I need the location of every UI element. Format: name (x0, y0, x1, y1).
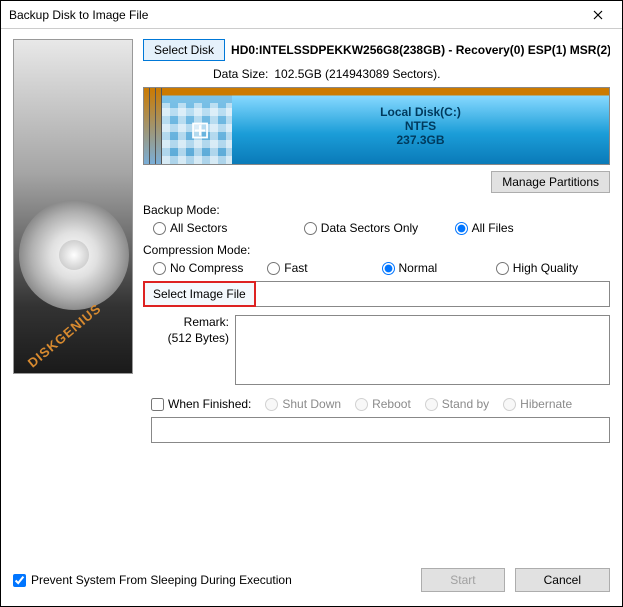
disk-info-text: HD0:INTELSSDPEKKW256G8(238GB) - Recovery… (231, 43, 610, 57)
remark-textarea[interactable] (235, 315, 610, 385)
backup-mode-data-only[interactable]: Data Sectors Only (304, 221, 455, 235)
partition-fs: NTFS (405, 119, 436, 133)
partition-name: Local Disk(C:) (380, 105, 461, 119)
backup-mode-label: Backup Mode: (143, 203, 610, 217)
compression-high[interactable]: High Quality (496, 261, 610, 275)
remark-label: Remark: (143, 315, 229, 331)
manage-partitions-button[interactable]: Manage Partitions (491, 171, 610, 193)
window-title: Backup Disk to Image File (9, 8, 578, 22)
when-finished-shutdown: Shut Down (265, 397, 341, 411)
when-finished-hibernate: Hibernate (503, 397, 572, 411)
close-button[interactable] (578, 1, 618, 28)
partition-bar: ⊞ Local Disk(C:) NTFS 237.3GB (143, 87, 610, 165)
output-file-input[interactable] (151, 417, 610, 443)
remark-bytes-label: (512 Bytes) (143, 331, 229, 347)
backup-mode-all-sectors[interactable]: All Sectors (153, 221, 304, 235)
when-finished-checkbox[interactable]: When Finished: (151, 397, 251, 411)
compression-none[interactable]: No Compress (153, 261, 267, 275)
disk-illustration: DISKGENIUS (13, 39, 133, 374)
prevent-sleep-checkbox[interactable]: Prevent System From Sleeping During Exec… (13, 573, 421, 587)
compression-mode-label: Compression Mode: (143, 243, 610, 257)
windows-icon: ⊞ (190, 116, 210, 145)
data-size-label: Data Size: (213, 67, 268, 81)
close-icon (593, 10, 603, 20)
cancel-button[interactable]: Cancel (515, 568, 610, 592)
data-size-value: 102.5GB (214943089 Sectors). (274, 67, 440, 81)
compression-normal[interactable]: Normal (382, 261, 496, 275)
compression-fast[interactable]: Fast (267, 261, 381, 275)
title-bar: Backup Disk to Image File (1, 1, 622, 29)
image-file-path-input[interactable] (256, 281, 610, 307)
select-image-file-button[interactable]: Select Image File (143, 281, 256, 307)
start-button: Start (421, 568, 504, 592)
when-finished-standby: Stand by (425, 397, 489, 411)
partition-size: 237.3GB (396, 133, 444, 147)
when-finished-reboot: Reboot (355, 397, 411, 411)
select-disk-button[interactable]: Select Disk (143, 39, 225, 61)
backup-mode-all-files[interactable]: All Files (455, 221, 606, 235)
brand-label: DISKGENIUS (25, 301, 104, 371)
